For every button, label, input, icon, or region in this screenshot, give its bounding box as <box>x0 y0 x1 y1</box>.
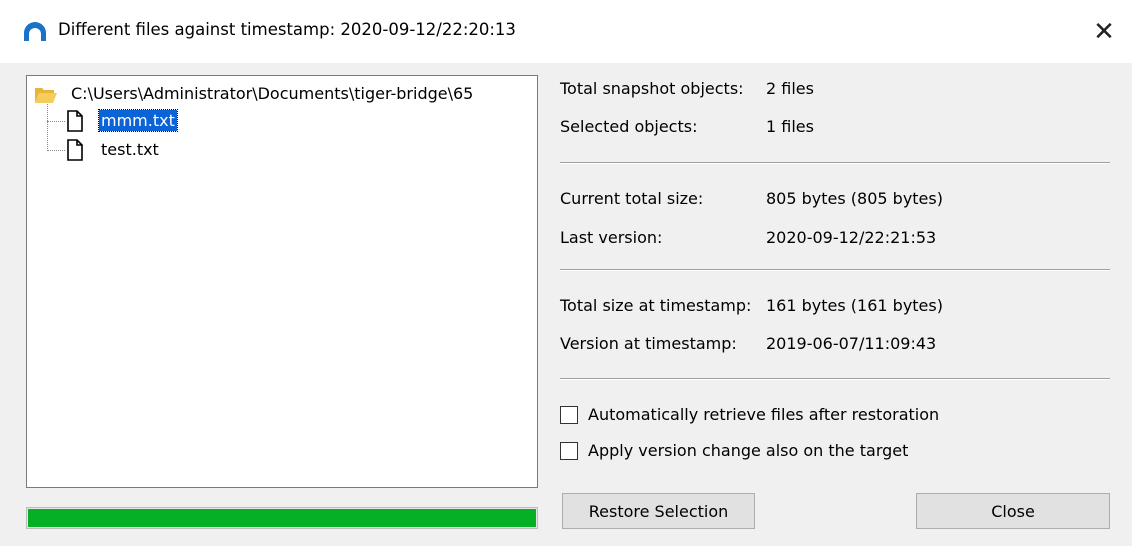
selected-objects-label: Selected objects: <box>560 117 698 136</box>
tree-root-label: C:\Users\Administrator\Documents\tiger-b… <box>71 84 474 103</box>
separator <box>560 162 1110 164</box>
cloud-app-icon <box>24 22 46 41</box>
tree-item-label[interactable]: test.txt <box>99 139 161 160</box>
window-title: Different files against timestamp: 2020-… <box>58 20 516 39</box>
auto-retrieve-label[interactable]: Automatically retrieve files after resto… <box>588 405 939 424</box>
progress-bar <box>26 507 538 529</box>
size-at-timestamp-label: Total size at timestamp: <box>560 296 752 315</box>
current-total-size-value: 805 bytes (805 bytes) <box>766 189 943 208</box>
total-snapshot-value: 2 files <box>766 79 814 98</box>
auto-retrieve-checkbox[interactable] <box>560 406 578 424</box>
close-icon[interactable]: ✕ <box>1093 17 1115 47</box>
file-tree[interactable]: C:\Users\Administrator\Documents\tiger-b… <box>26 75 538 488</box>
file-icon <box>67 139 83 161</box>
selected-objects-value: 1 files <box>766 117 814 136</box>
file-icon <box>67 110 83 132</box>
title-bar: Different files against timestamp: 2020-… <box>0 0 1132 63</box>
current-total-size-label: Current total size: <box>560 189 704 208</box>
version-at-timestamp-label: Version at timestamp: <box>560 334 737 353</box>
restore-selection-button[interactable]: Restore Selection <box>562 493 755 529</box>
separator <box>560 378 1110 380</box>
folder-open-icon <box>35 88 57 103</box>
tree-connector <box>47 150 65 151</box>
apply-version-label[interactable]: Apply version change also on the target <box>588 441 908 460</box>
tree-connector <box>47 121 65 122</box>
last-version-value: 2020-09-12/22:21:53 <box>766 228 937 247</box>
tree-connector <box>47 104 48 151</box>
tree-item-label[interactable]: mmm.txt <box>98 109 178 132</box>
close-button[interactable]: Close <box>916 493 1110 529</box>
total-snapshot-label: Total snapshot objects: <box>560 79 744 98</box>
close-window-button[interactable]: ✕ <box>1084 12 1124 52</box>
size-at-timestamp-value: 161 bytes (161 bytes) <box>766 296 943 315</box>
separator <box>560 269 1110 271</box>
version-at-timestamp-value: 2019-06-07/11:09:43 <box>766 334 937 353</box>
progress-fill <box>28 509 536 527</box>
last-version-label: Last version: <box>560 228 663 247</box>
apply-version-checkbox[interactable] <box>560 442 578 460</box>
